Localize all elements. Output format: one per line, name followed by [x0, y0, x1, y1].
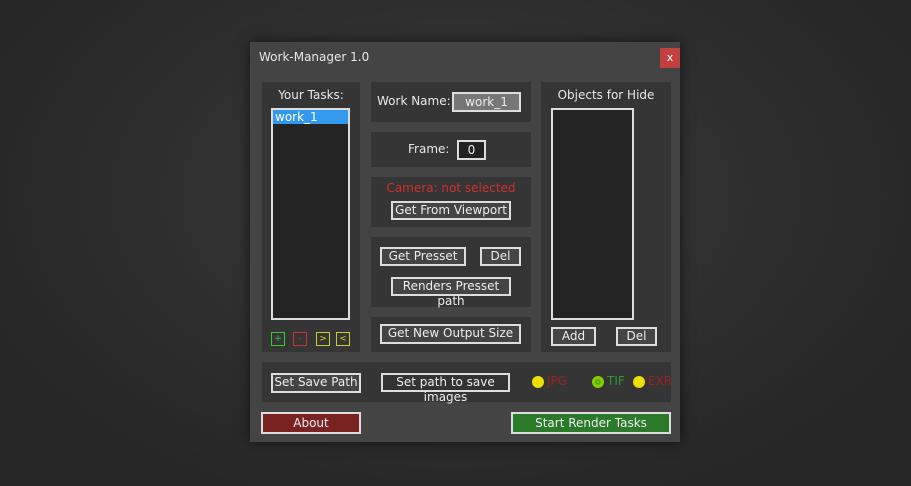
tasks-panel: Your Tasks: work_1 + - > < — [262, 82, 360, 352]
get-from-viewport-button[interactable]: Get From Viewport — [391, 201, 511, 220]
start-render-button[interactable]: Start Render Tasks — [511, 412, 671, 434]
tasks-label: Your Tasks: — [278, 88, 344, 102]
set-save-path-button[interactable]: Set Save Path — [271, 373, 361, 393]
set-images-path-button[interactable]: Set path to save images — [381, 373, 510, 404]
task-item[interactable]: work_1 — [273, 110, 348, 124]
hide-objects-list[interactable] — [551, 108, 634, 320]
next-task-button[interactable]: > — [316, 332, 330, 346]
frame-input[interactable]: 0 — [457, 140, 486, 160]
add-task-button[interactable]: + — [271, 332, 285, 346]
tasks-list[interactable]: work_1 — [271, 108, 350, 320]
exr-radio[interactable] — [633, 376, 645, 388]
save-panel: Set Save Path Set path to save images JP… — [262, 362, 673, 404]
remove-task-button[interactable]: - — [293, 332, 307, 346]
add-object-button[interactable]: Add — [551, 327, 596, 346]
work-name-input[interactable]: work_1 — [452, 92, 521, 112]
work-name-label: Work Name: — [377, 94, 451, 108]
tif-label: TIF — [607, 374, 625, 388]
del-object-button[interactable]: Del — [616, 327, 657, 346]
hide-label: Objects for Hide — [557, 88, 655, 102]
main-window: Work-Manager 1.0 x Your Tasks: work_1 + … — [250, 42, 680, 442]
work-name-panel: Work Name: work_1 — [371, 82, 531, 122]
get-presset-button[interactable]: Get Presset — [380, 247, 466, 266]
window-title: Work-Manager 1.0 — [259, 50, 370, 64]
camera-status: Camera: not selected — [386, 181, 516, 195]
presset-panel: Get Presset Del Renders Presset path — [371, 237, 531, 308]
prev-task-button[interactable]: < — [336, 332, 350, 346]
jpg-radio[interactable] — [532, 376, 544, 388]
tif-radio[interactable] — [592, 376, 604, 388]
output-panel: Get New Output Size — [371, 317, 531, 352]
renders-presset-path-button[interactable]: Renders Presset path — [391, 277, 511, 308]
frame-panel: Frame: 0 — [371, 132, 531, 167]
about-button[interactable]: About — [261, 412, 361, 434]
get-new-output-size-button[interactable]: Get New Output Size — [380, 324, 521, 344]
camera-panel: Camera: not selected Get From Viewport — [371, 177, 531, 227]
exr-label: EXR — [648, 374, 673, 388]
del-presset-button[interactable]: Del — [480, 247, 521, 266]
close-button[interactable]: x — [660, 48, 680, 68]
hide-panel: Objects for Hide Add Del — [541, 82, 671, 352]
jpg-label: JPG — [547, 374, 568, 388]
frame-label: Frame: — [408, 142, 450, 156]
